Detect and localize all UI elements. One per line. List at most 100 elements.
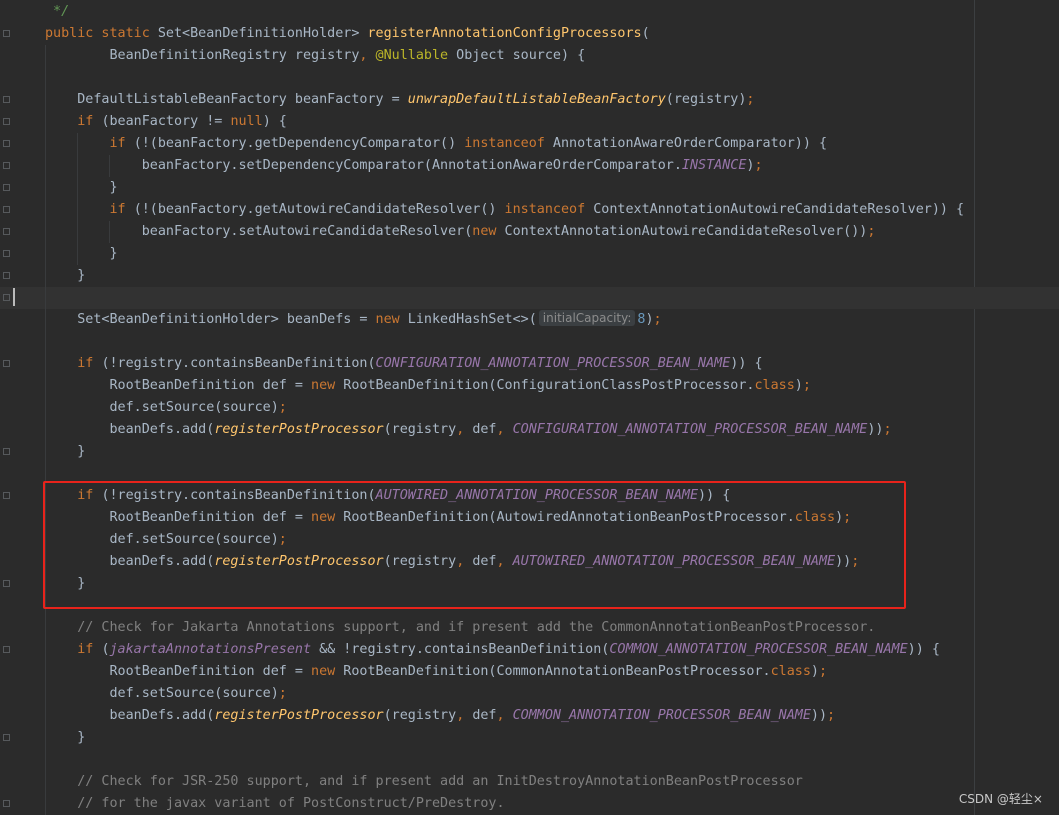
code-text: } [45, 265, 85, 287]
code-line[interactable]: beanFactory.setDependencyComparator(Anno… [0, 155, 1059, 177]
code-text: beanFactory.setAutowireCandidateResolver… [45, 221, 876, 243]
code-token: unwrapDefaultListableBeanFactory [407, 92, 666, 107]
code-line[interactable]: } [0, 177, 1059, 199]
code-token: )) { [907, 642, 940, 657]
code-line[interactable]: def.setSource(source); [0, 683, 1059, 705]
code-line[interactable]: DefaultListableBeanFactory beanFactory =… [0, 89, 1059, 111]
code-token: ; [754, 158, 763, 173]
code-line[interactable]: // Check for JSR-250 support, and if pre… [0, 771, 1059, 793]
code-token: } [45, 246, 118, 261]
fold-marker-icon[interactable] [3, 645, 10, 654]
code-line[interactable]: RootBeanDefinition def = new RootBeanDef… [0, 661, 1059, 683]
code-line[interactable]: } [0, 727, 1059, 749]
indent-guide [109, 221, 110, 243]
code-line[interactable]: beanDefs.add(registerPostProcessor(regis… [0, 705, 1059, 727]
code-token: if [109, 136, 134, 151]
fold-marker-icon[interactable] [3, 95, 10, 104]
code-token: registerPostProcessor [214, 708, 384, 723]
code-token: INSTANCE [681, 158, 747, 173]
code-token: (registry [383, 422, 457, 437]
code-token: // Check for JSR-250 support, and if pre… [45, 774, 803, 789]
code-line[interactable]: } [0, 265, 1059, 287]
code-line[interactable]: if (!(beanFactory.getAutowireCandidateRe… [0, 199, 1059, 221]
code-line[interactable]: if (!registry.containsBeanDefinition(CON… [0, 353, 1059, 375]
code-line[interactable]: } [0, 441, 1059, 463]
code-token: ContextAnnotationAutowireCandidateResolv… [504, 224, 868, 239]
code-text: } [45, 243, 118, 265]
text-caret [13, 288, 15, 306]
code-line[interactable]: if (jakartaAnnotationsPresent && !regist… [0, 639, 1059, 661]
code-token: (beanFactory != [101, 114, 231, 129]
code-token: registerAnnotationConfigProcessors [367, 26, 642, 41]
code-token: instanceof [464, 136, 553, 151]
code-line[interactable]: } [0, 243, 1059, 265]
code-token: (!(beanFactory.getAutowireCandidateResol… [133, 202, 505, 217]
code-token: def [472, 708, 497, 723]
code-token: (!registry.containsBeanDefinition( [101, 356, 376, 371]
code-line[interactable]: public static Set<BeanDefinitionHolder> … [0, 23, 1059, 45]
code-token: ) { [262, 114, 287, 129]
fold-marker-icon[interactable] [3, 733, 10, 742]
fold-marker-icon[interactable] [3, 139, 10, 148]
code-token: jakartaAnnotationsPresent [109, 642, 312, 657]
code-token: (registry [383, 708, 457, 723]
code-text: beanDefs.add(registerPostProcessor(regis… [45, 419, 892, 441]
code-token: ; [818, 664, 828, 679]
code-line[interactable]: // Check for Jakarta Annotations support… [0, 617, 1059, 639]
code-token: @Nullable [375, 48, 449, 63]
code-token: LinkedHashSet<>( [407, 312, 537, 327]
code-text: } [45, 441, 85, 463]
code-token: ( [101, 642, 110, 657]
code-token: RootBeanDefinition(ConfigurationClassPos… [343, 378, 755, 393]
fold-marker-icon[interactable] [3, 117, 10, 126]
code-text: if (!(beanFactory.getAutowireCandidateRe… [45, 199, 965, 221]
code-token: ; [653, 312, 662, 327]
fold-marker-icon[interactable] [3, 491, 10, 500]
code-line[interactable]: // for the javax variant of PostConstruc… [0, 793, 1059, 815]
code-token: )) [810, 708, 828, 723]
fold-marker-icon[interactable] [3, 447, 10, 456]
code-token: ; [827, 708, 836, 723]
fold-marker-icon[interactable] [3, 799, 10, 808]
code-line[interactable]: beanDefs.add(registerPostProcessor(regis… [0, 419, 1059, 441]
code-line[interactable]: BeanDefinitionRegistry registry, @Nullab… [0, 45, 1059, 67]
code-line[interactable]: if (beanFactory != null) { [0, 111, 1059, 133]
code-line[interactable]: RootBeanDefinition def = new RootBeanDef… [0, 375, 1059, 397]
code-token: if [77, 356, 102, 371]
code-line[interactable] [0, 749, 1059, 771]
code-line[interactable]: Set<BeanDefinitionHolder> beanDefs = new… [0, 309, 1059, 331]
code-token: ; [883, 422, 892, 437]
fold-marker-icon[interactable] [3, 161, 10, 170]
fold-marker-icon[interactable] [3, 271, 10, 280]
code-token: RootBeanDefinition def = [45, 378, 312, 393]
code-line[interactable] [0, 331, 1059, 353]
code-token: ) [810, 664, 819, 679]
code-token: BeanDefinitionRegistry registry [45, 48, 360, 63]
code-line[interactable]: def.setSource(source); [0, 397, 1059, 419]
fold-marker-icon[interactable] [3, 227, 10, 236]
code-text: */ [45, 1, 69, 23]
code-token: Object source) { [448, 48, 586, 63]
code-token: && !registry.containsBeanDefinition( [311, 642, 610, 657]
code-token: ; [278, 400, 287, 415]
fold-marker-icon[interactable] [3, 359, 10, 368]
code-token: null [230, 114, 263, 129]
fold-marker-icon[interactable] [3, 183, 10, 192]
code-line[interactable]: if (!(beanFactory.getDependencyComparato… [0, 133, 1059, 155]
fold-marker-icon[interactable] [3, 579, 10, 588]
code-token: , [359, 48, 376, 63]
code-line[interactable]: beanFactory.setAutowireCandidateResolver… [0, 221, 1059, 243]
code-token: } [45, 180, 118, 195]
code-token: // Check for Jakarta Annotations support… [45, 620, 876, 635]
code-line[interactable]: */ [0, 1, 1059, 23]
fold-marker-icon[interactable] [3, 205, 10, 214]
code-line[interactable] [0, 67, 1059, 89]
code-token: COMMON_ANNOTATION_PROCESSOR_BEAN_NAME [609, 642, 908, 657]
code-editor[interactable]: */ public static Set<BeanDefinitionHolder… [0, 0, 1059, 815]
code-line[interactable] [0, 287, 1059, 309]
fold-marker-icon[interactable] [3, 293, 10, 302]
fold-marker-icon[interactable] [3, 29, 10, 38]
fold-marker-icon[interactable] [3, 249, 10, 258]
code-token: } [45, 730, 86, 745]
